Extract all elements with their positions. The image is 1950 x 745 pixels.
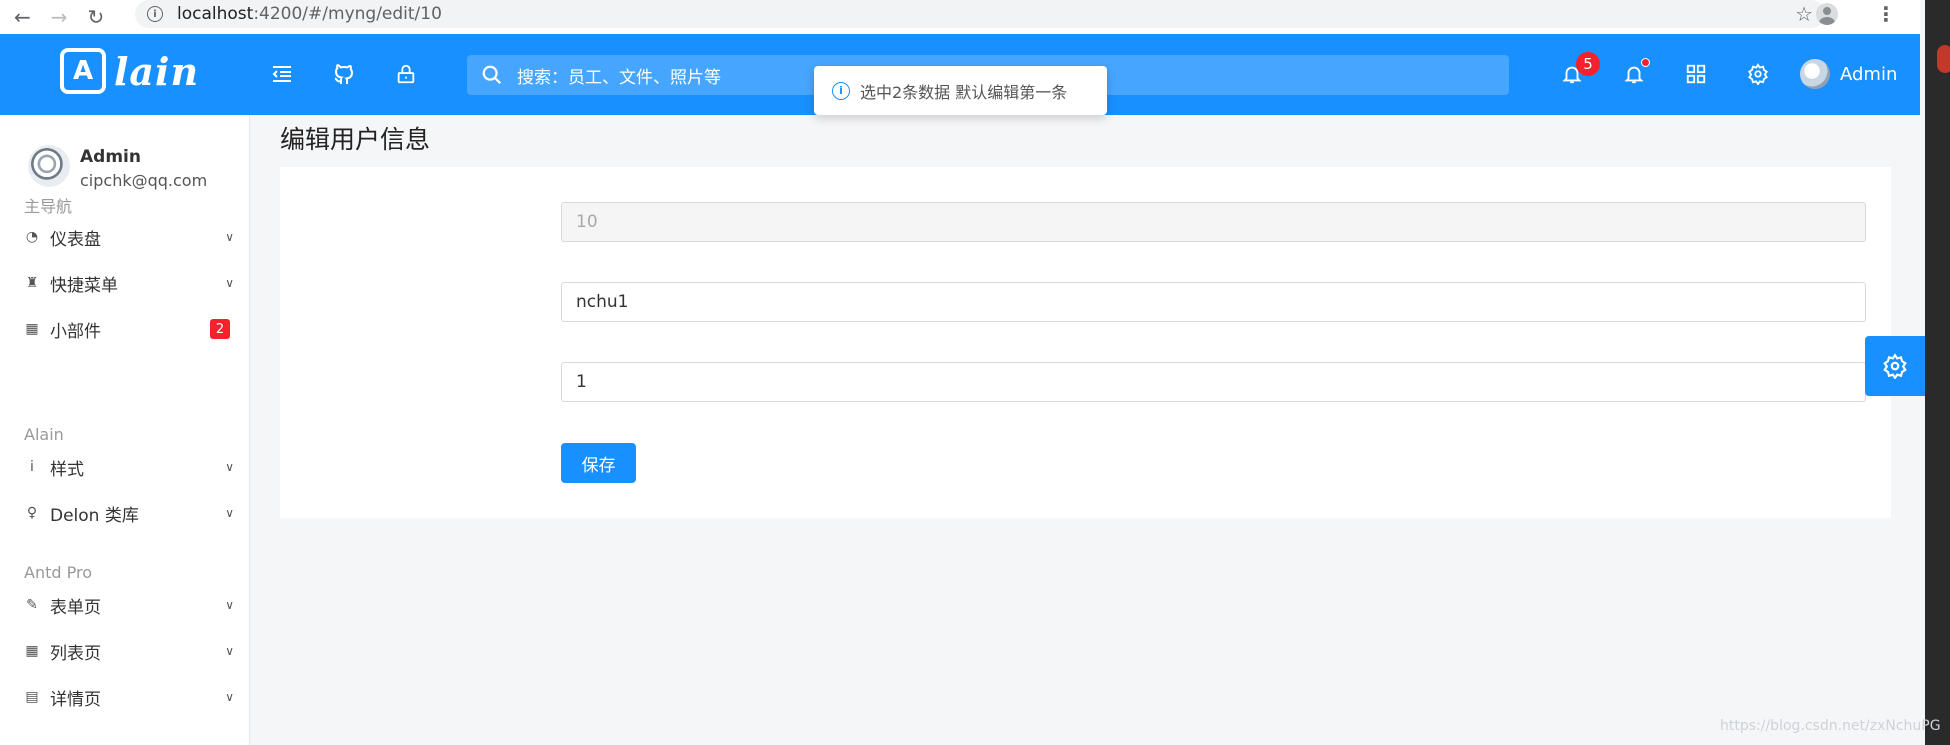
id-field-value: 10 [576, 212, 598, 232]
search-icon [482, 65, 502, 85]
chevron-down-icon: ∨ [225, 598, 234, 612]
browser-nav: ← → ↻ [0, 5, 135, 29]
group-alain: Alain [24, 425, 64, 444]
avatar [1800, 59, 1830, 89]
info-circle-icon: i [832, 81, 850, 100]
age-field-value: 1 [576, 372, 587, 392]
chevron-down-icon: ∨ [225, 690, 234, 704]
avatar [28, 145, 70, 187]
sidebar-user-email: cipchk@qq.com [80, 171, 208, 190]
sidebar-item-label: 样式 [50, 459, 84, 480]
apps-grid-icon[interactable] [1682, 60, 1710, 88]
forward-icon[interactable]: → [51, 5, 68, 29]
address-bar[interactable]: i localhost :4200/#/myng/edit/10 ☆ [135, 0, 1825, 28]
header-user-name: Admin [1840, 63, 1898, 85]
back-icon[interactable]: ← [14, 5, 31, 29]
menu-kebab-icon[interactable]: ⋮ [1876, 2, 1896, 26]
notification-bell-icon[interactable]: 5 [1558, 52, 1600, 88]
chevron-down-icon: ∨ [225, 644, 234, 658]
sidebar-item-shortcut[interactable]: ♜ 快捷菜单 ∨ [24, 269, 234, 297]
sidebar-item-label: 列表页 [50, 643, 101, 664]
edit-form-card: * id : 10 * 姓名 : nchu1 * 年龄 : 1 保存 [280, 167, 1891, 518]
desktop-edge [1925, 0, 1950, 745]
header-user-menu[interactable]: Admin [1800, 59, 1897, 89]
browser-toolbar: ← → ↻ i localhost :4200/#/myng/edit/10 ☆… [0, 0, 1920, 34]
bookmark-star-icon[interactable]: ☆ [1795, 2, 1813, 26]
logo[interactable]: A lain [60, 48, 199, 94]
info-message: i 选中2条数据 默认编辑第一条 [814, 66, 1107, 115]
sidebar-item-profile[interactable]: ▤ 详情页 ∨ [24, 683, 234, 711]
settings-gear-icon [1883, 353, 1907, 379]
notification-count-badge: 5 [1576, 52, 1600, 76]
logo-text: lain [114, 48, 200, 94]
url-host: localhost [177, 4, 254, 24]
info-icon: i [30, 459, 34, 475]
browser-actions: ⋮ [1816, 0, 1896, 28]
name-field-value: nchu1 [576, 292, 629, 312]
sidebar-item-label: 仪表盘 [50, 229, 101, 250]
form-row-id: * id : 10 [280, 202, 1891, 242]
sidebar-item-label: 表单页 [50, 597, 101, 618]
profile-icon: ▤ [25, 689, 39, 705]
logo-mark: A [60, 48, 106, 94]
age-field[interactable]: 1 [561, 362, 1866, 402]
dashboard-icon: ◔ [25, 229, 39, 245]
sidebar-user-name: Admin [80, 147, 141, 167]
sidebar-item-label: 快捷菜单 [50, 275, 118, 296]
site-info-icon[interactable]: i [147, 6, 163, 22]
appstore-icon: ▦ [25, 321, 39, 337]
chevron-down-icon: ∨ [225, 506, 234, 520]
desktop-edge-mark [1937, 45, 1950, 73]
sidebar-user[interactable]: Admin cipchk@qq.com [28, 145, 207, 190]
sidebar-item-label: 小部件 [50, 321, 101, 342]
group-main-nav: 主导航 [24, 197, 73, 216]
edit-icon: ✎ [26, 597, 38, 613]
chevron-down-icon: ∨ [225, 276, 234, 290]
chevron-down-icon: ∨ [225, 460, 234, 474]
search-placeholder: 搜索：员工、文件、照片等 [517, 67, 721, 88]
lock-icon[interactable] [392, 60, 420, 88]
form-row-name: * 姓名 : nchu1 [280, 282, 1891, 322]
rocket-icon: ♜ [25, 275, 39, 291]
sidebar-item-label: 详情页 [50, 689, 101, 710]
name-field[interactable]: nchu1 [561, 282, 1866, 322]
widgets-count-badge: 2 [210, 319, 230, 339]
sidebar-item-forms[interactable]: ✎ 表单页 ∨ [24, 591, 234, 619]
url-path: :4200/#/myng/edit/10 [253, 4, 442, 24]
setting-drawer-handle[interactable] [1865, 336, 1925, 396]
save-button[interactable]: 保存 [561, 443, 636, 483]
sidebar-item-dashboard[interactable]: ◔ 仪表盘 ∨ [24, 223, 234, 251]
message-bell-icon[interactable] [1620, 58, 1650, 88]
info-message-text: 选中2条数据 默认编辑第一条 [860, 82, 1068, 102]
reload-icon[interactable]: ↻ [88, 5, 105, 29]
sidebar-item-label: Delon 类库 [50, 505, 139, 526]
sidebar-item-delon[interactable]: ♀ Delon 类库 ∨ [24, 499, 234, 527]
sidebar-item-style[interactable]: i 样式 ∨ [24, 453, 234, 481]
menu-fold-icon[interactable] [268, 60, 296, 88]
watermark: https://blog.csdn.net/zxNchuPG [1720, 718, 1941, 734]
chevron-down-icon: ∨ [225, 230, 234, 244]
unread-dot [1641, 58, 1650, 67]
form-row-age: * 年龄 : 1 [280, 362, 1891, 402]
group-antd-pro: Antd Pro [24, 563, 92, 582]
id-field: 10 [561, 202, 1866, 242]
sidebar-item-lists[interactable]: ▦ 列表页 ∨ [24, 637, 234, 665]
page-title: 编辑用户信息 [280, 125, 431, 154]
settings-gear-icon[interactable] [1744, 60, 1772, 88]
sidebar: Admin cipchk@qq.com 主导航 ◔ 仪表盘 ∨ ♜ 快捷菜单 ∨… [0, 115, 250, 745]
github-icon[interactable] [330, 60, 358, 88]
bulb-icon: ♀ [26, 505, 38, 521]
appstore-icon: ▦ [25, 643, 39, 659]
sidebar-item-widgets[interactable]: ▦ 小部件 2 [24, 315, 234, 343]
profile-icon[interactable] [1816, 3, 1838, 25]
